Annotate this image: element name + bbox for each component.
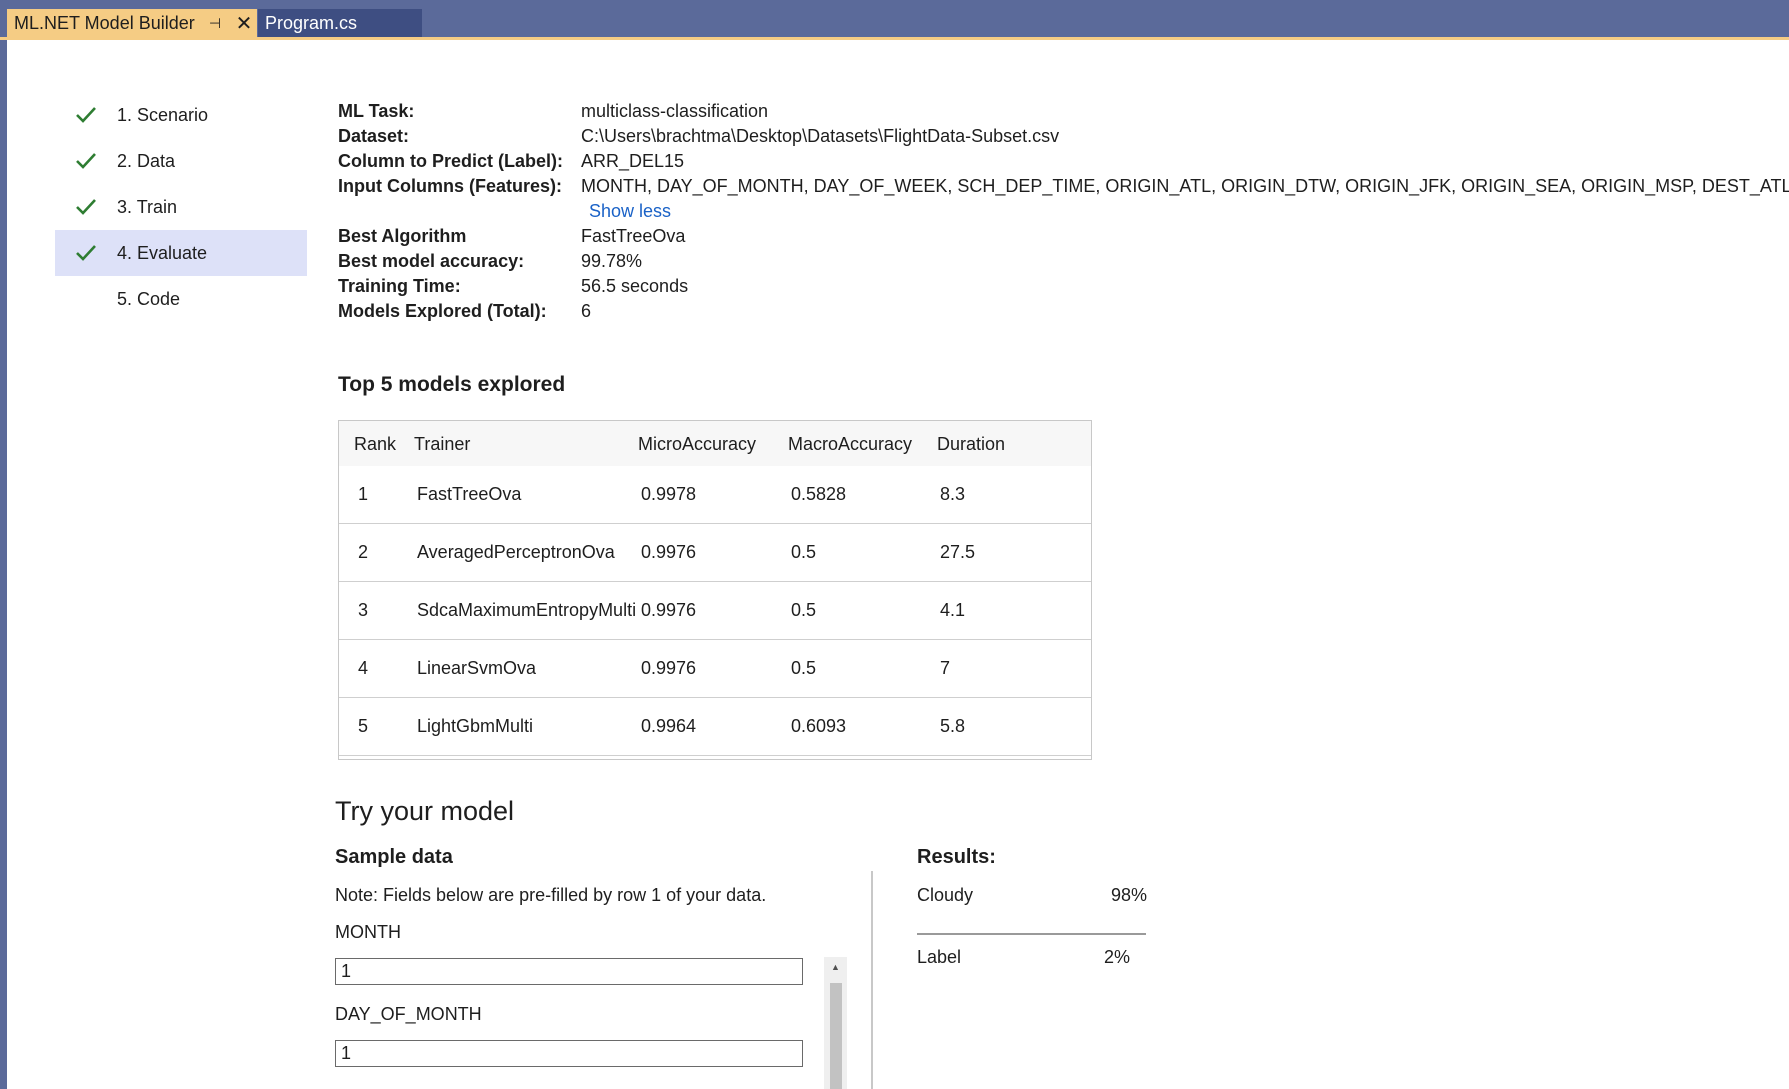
- results-title: Results:: [917, 846, 996, 868]
- table-row[interactable]: 5 LightGbmMulti 0.9964 0.6093 5.8: [339, 698, 1091, 756]
- step-scenario[interactable]: 1. Scenario: [55, 92, 307, 138]
- cell-duration: 4.1: [940, 600, 966, 620]
- cell-microaccuracy: 0.9976: [641, 600, 697, 620]
- tab-program-cs[interactable]: Program.cs: [258, 9, 422, 37]
- cell-duration: 27.5: [940, 542, 976, 562]
- header-rank[interactable]: Rank: [354, 434, 396, 455]
- header-microaccuracy[interactable]: MicroAccuracy: [638, 434, 756, 455]
- scroll-up-icon[interactable]: ▲: [824, 957, 847, 977]
- cell-trainer: LightGbmMulti: [417, 716, 534, 736]
- algorithm-value: FastTreeOva: [581, 226, 686, 246]
- tab-model-builder-label: ML.NET Model Builder: [14, 12, 195, 33]
- result-row: Cloudy 98%: [917, 885, 1148, 935]
- cell-trainer: SdcaMaximumEntropyMulti: [417, 600, 637, 620]
- models-explored-value: 6: [581, 301, 592, 321]
- training-time-key: Training Time:: [338, 276, 461, 296]
- day-of-month-field[interactable]: [335, 1040, 803, 1067]
- result-row: Label 2%: [917, 947, 1146, 997]
- sample-data-scrollbar[interactable]: ▲: [824, 957, 847, 1089]
- step-label: 2. Data: [117, 150, 176, 171]
- cell-rank: 4: [358, 658, 369, 678]
- cell-duration: 5.8: [940, 716, 966, 736]
- accuracy-value: 99.78%: [581, 251, 643, 271]
- step-label: 4. Evaluate: [117, 242, 208, 263]
- month-field[interactable]: [335, 958, 803, 985]
- check-icon: [76, 245, 96, 261]
- sample-data-title: Sample data: [335, 846, 453, 868]
- step-code[interactable]: 5. Code: [55, 276, 307, 322]
- panel-divider: [871, 871, 873, 1089]
- month-label: MONTH: [335, 922, 401, 942]
- algorithm-key: Best Algorithm: [338, 226, 467, 246]
- check-icon: [76, 153, 96, 169]
- features-value: MONTH, DAY_OF_MONTH, DAY_OF_WEEK, SCH_DE…: [581, 176, 1789, 196]
- day-of-month-label: DAY_OF_MONTH: [335, 1004, 482, 1024]
- step-data[interactable]: 2. Data: [55, 138, 307, 184]
- table-header: Rank Trainer MicroAccuracy MacroAccuracy…: [339, 421, 1091, 466]
- summary-features: Input Columns (Features): MONTH, DAY_OF_…: [338, 176, 1789, 201]
- cell-duration: 8.3: [940, 484, 966, 504]
- cell-macroaccuracy: 0.5: [791, 600, 817, 620]
- step-list: 1. Scenario 2. Data 3. Train 4. Evaluate…: [55, 92, 307, 322]
- top-models-title: Top 5 models explored: [338, 373, 566, 396]
- step-evaluate[interactable]: 4. Evaluate: [55, 230, 307, 276]
- cell-rank: 5: [358, 716, 369, 736]
- try-model-title: Try your model: [335, 796, 515, 826]
- close-icon[interactable]: ✕: [233, 12, 255, 35]
- step-label: 1. Scenario: [117, 104, 209, 125]
- header-duration[interactable]: Duration: [937, 434, 1005, 455]
- model-builder-window: 1. Scenario 2. Data 3. Train 4. Evaluate…: [7, 40, 1789, 1089]
- cell-microaccuracy: 0.9978: [641, 484, 697, 504]
- check-icon: [76, 199, 96, 215]
- top-models-table: Rank Trainer MicroAccuracy MacroAccuracy…: [338, 420, 1092, 760]
- step-label: 5. Code: [117, 288, 181, 309]
- pin-icon[interactable]: ⊣: [205, 13, 225, 33]
- cell-microaccuracy: 0.9976: [641, 542, 697, 562]
- label-column-key: Column to Predict (Label):: [338, 151, 563, 171]
- sample-data-note: Note: Fields below are pre-filled by row…: [335, 885, 767, 905]
- header-macroaccuracy[interactable]: MacroAccuracy: [788, 434, 912, 455]
- tab-program-cs-label: Program.cs: [265, 12, 358, 33]
- features-key: Input Columns (Features):: [338, 176, 562, 196]
- cell-microaccuracy: 0.9976: [641, 658, 697, 678]
- cell-trainer: AveragedPerceptronOva: [417, 542, 615, 562]
- check-icon: [76, 107, 96, 123]
- result-label: Cloudy: [917, 885, 974, 905]
- table-row[interactable]: 2 AveragedPerceptronOva 0.9976 0.5 27.5: [339, 524, 1091, 582]
- table-row[interactable]: 1 FastTreeOva 0.9978 0.5828 8.3: [339, 466, 1091, 524]
- cell-rank: 1: [358, 484, 369, 504]
- step-train[interactable]: 3. Train: [55, 184, 307, 230]
- result-value: 2%: [1104, 947, 1131, 967]
- cell-macroaccuracy: 0.5828: [791, 484, 847, 504]
- result-label: Label: [917, 947, 962, 967]
- table-row[interactable]: 3 SdcaMaximumEntropyMulti 0.9976 0.5 4.1: [339, 582, 1091, 640]
- cell-duration: 7: [940, 658, 951, 678]
- show-less-link[interactable]: Show less: [589, 201, 671, 222]
- step-label: 3. Train: [117, 196, 178, 217]
- cell-trainer: LinearSvmOva: [417, 658, 537, 678]
- document-tab-strip: ML.NET Model Builder ⊣ ✕ Program.cs: [0, 0, 1789, 40]
- ml-task-value: multiclass-classification: [581, 101, 769, 121]
- cell-trainer: FastTreeOva: [417, 484, 522, 504]
- accuracy-key: Best model accuracy:: [338, 251, 525, 271]
- label-column-value: ARR_DEL15: [581, 151, 685, 171]
- tab-model-builder[interactable]: ML.NET Model Builder ⊣ ✕: [7, 9, 257, 37]
- dataset-value: C:\Users\brachtma\Desktop\Datasets\Fligh…: [581, 126, 1060, 146]
- cell-macroaccuracy: 0.6093: [791, 716, 847, 736]
- cell-macroaccuracy: 0.5: [791, 542, 817, 562]
- cell-rank: 2: [358, 542, 369, 562]
- cell-macroaccuracy: 0.5: [791, 658, 817, 678]
- training-time-value: 56.5 seconds: [581, 276, 689, 296]
- ml-task-key: ML Task:: [338, 101, 415, 121]
- scroll-up-glyph: ▲: [831, 962, 840, 972]
- scroll-thumb[interactable]: [830, 983, 842, 1089]
- dataset-key: Dataset:: [338, 126, 410, 146]
- cell-rank: 3: [358, 600, 369, 620]
- cell-microaccuracy: 0.9964: [641, 716, 697, 736]
- result-value: 98%: [1111, 885, 1148, 905]
- header-trainer[interactable]: Trainer: [414, 434, 470, 455]
- models-explored-key: Models Explored (Total):: [338, 301, 547, 321]
- table-row[interactable]: 4 LinearSvmOva 0.9976 0.5 7: [339, 640, 1091, 698]
